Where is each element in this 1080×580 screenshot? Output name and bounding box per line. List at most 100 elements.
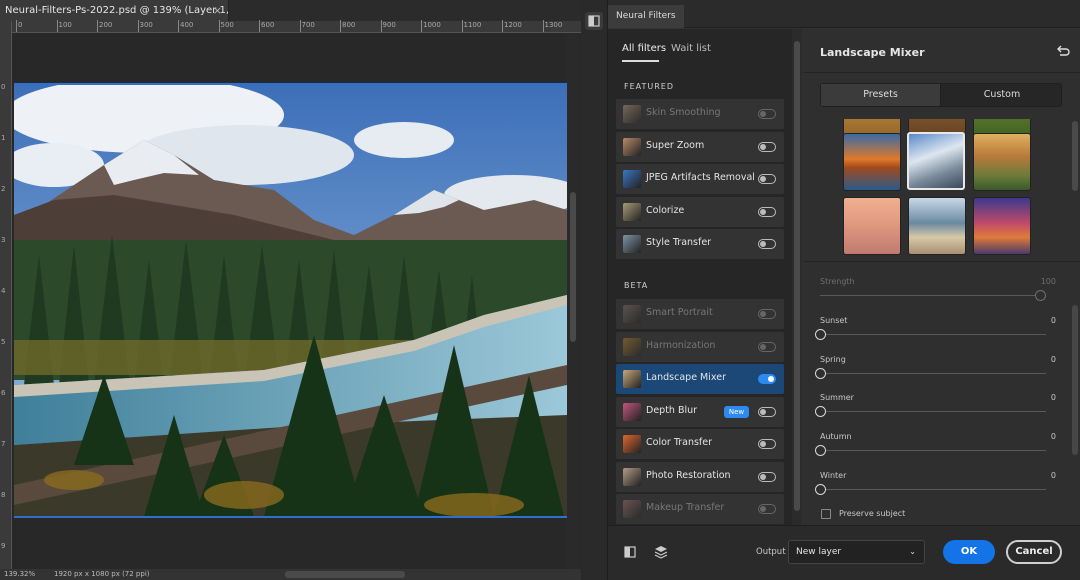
before-after-icon[interactable] bbox=[623, 545, 637, 559]
slider-track[interactable] bbox=[820, 450, 1046, 452]
filter-item-skin-smoothing[interactable]: Skin Smoothing bbox=[616, 99, 784, 129]
panel-tab-bar: Neural Filters bbox=[608, 0, 1080, 28]
preset-thumbnail[interactable] bbox=[973, 197, 1031, 255]
filter-toggle[interactable] bbox=[758, 504, 776, 514]
preserve-subject-checkbox[interactable] bbox=[821, 509, 831, 519]
slider-sunset: Sunset 0 bbox=[815, 315, 1056, 346]
close-icon[interactable]: × bbox=[213, 0, 222, 21]
panel-toggle-button[interactable] bbox=[585, 12, 603, 30]
document-tab[interactable]: Neural-Filters-Ps-2022.psd @ 139% (Layer… bbox=[0, 0, 229, 21]
filter-label: Smart Portrait bbox=[646, 307, 713, 318]
ruler-label: 3 bbox=[1, 236, 6, 244]
filter-thumbnail bbox=[623, 235, 641, 253]
filter-item-jpeg-artifacts-removal[interactable]: JPEG Artifacts Removal bbox=[616, 164, 784, 194]
filter-item-makeup-transfer[interactable]: Makeup Transfer bbox=[616, 494, 784, 524]
presets-button[interactable]: Presets bbox=[821, 84, 941, 106]
slider-knob[interactable] bbox=[815, 445, 826, 457]
filter-item-super-zoom[interactable]: Super Zoom bbox=[616, 131, 784, 162]
panel-icon bbox=[588, 15, 600, 27]
filter-toggle[interactable] bbox=[758, 439, 776, 449]
filter-toggle[interactable] bbox=[758, 374, 776, 384]
filter-item-color-transfer[interactable]: Color Transfer bbox=[616, 429, 784, 459]
settings-scrollbar-thumb[interactable] bbox=[1072, 305, 1078, 455]
preset-thumbnail[interactable] bbox=[908, 197, 966, 255]
slider-knob[interactable] bbox=[815, 406, 826, 418]
slider-track[interactable] bbox=[820, 411, 1046, 413]
tab-neural-filters[interactable]: Neural Filters bbox=[608, 5, 684, 28]
cancel-button[interactable]: Cancel bbox=[1006, 540, 1062, 564]
filter-item-colorize[interactable]: Colorize bbox=[616, 196, 784, 227]
filter-label: Skin Smoothing bbox=[646, 107, 721, 118]
filter-list-scrollbar[interactable] bbox=[792, 29, 802, 525]
zoom-level[interactable]: 139.32% bbox=[4, 569, 35, 580]
ruler-label: 500 bbox=[220, 21, 234, 29]
filter-list: All filters Wait list FEATURED Skin Smoo… bbox=[608, 29, 792, 525]
filter-toggle[interactable] bbox=[758, 341, 776, 352]
preset-thumbnail-selected[interactable] bbox=[907, 132, 965, 190]
filter-item-depth-blur[interactable]: Depth Blur New bbox=[616, 396, 784, 427]
preset-thumbnail[interactable] bbox=[843, 133, 901, 191]
filter-item-style-transfer[interactable]: Style Transfer bbox=[616, 229, 784, 259]
vertical-scrollbar[interactable] bbox=[567, 34, 579, 569]
canvas-image[interactable] bbox=[14, 83, 567, 518]
filter-label: JPEG Artifacts Removal bbox=[646, 172, 755, 183]
ok-button[interactable]: OK bbox=[943, 540, 995, 564]
ruler-tick bbox=[178, 20, 179, 32]
horizontal-scrollbar-thumb[interactable] bbox=[285, 571, 405, 578]
slider-knob[interactable] bbox=[815, 484, 826, 495]
tab-all-filters[interactable]: All filters bbox=[622, 43, 666, 54]
ruler-tick bbox=[542, 20, 544, 32]
ruler-label: 4 bbox=[1, 287, 6, 295]
filter-item-photo-restoration[interactable]: Photo Restoration bbox=[616, 461, 784, 492]
filter-toggle[interactable] bbox=[758, 406, 776, 417]
slider-track[interactable] bbox=[820, 333, 1046, 335]
filter-thumbnail bbox=[623, 170, 641, 188]
filter-thumbnail bbox=[623, 435, 641, 453]
filter-label: Super Zoom bbox=[646, 139, 705, 151]
slider-label: Autumn bbox=[820, 432, 852, 442]
document-tab-title: Neural-Filters-Ps-2022.psd @ 139% (Layer… bbox=[5, 5, 229, 16]
document-info[interactable]: 1920 px x 1080 px (72 ppi) bbox=[54, 569, 150, 580]
output-select[interactable]: New layer ⌄ bbox=[788, 540, 925, 564]
preset-scrollbar-thumb[interactable] bbox=[1072, 121, 1078, 191]
slider-knob[interactable] bbox=[815, 367, 826, 379]
filter-item-smart-portrait[interactable]: Smart Portrait bbox=[616, 299, 784, 329]
settings-scrollbar[interactable] bbox=[1070, 265, 1080, 521]
preset-thumbnail[interactable] bbox=[973, 133, 1031, 191]
ruler-tick bbox=[299, 20, 301, 32]
layer-preview-icon[interactable] bbox=[654, 545, 668, 559]
slider-knob[interactable] bbox=[1035, 290, 1046, 301]
preset-scrollbar[interactable] bbox=[1070, 119, 1080, 259]
filter-toggle[interactable] bbox=[758, 309, 776, 319]
filter-toggle[interactable] bbox=[758, 206, 776, 217]
filter-toggle[interactable] bbox=[758, 239, 776, 249]
slider-knob[interactable] bbox=[815, 328, 826, 340]
preset-thumbnail[interactable] bbox=[843, 197, 901, 255]
filter-title: Landscape Mixer bbox=[820, 46, 925, 59]
ruler-tick bbox=[56, 20, 58, 32]
slider-value: 100 bbox=[1040, 277, 1056, 286]
slider-label: Spring bbox=[820, 354, 846, 364]
filter-toggle[interactable] bbox=[758, 174, 776, 184]
slider-track[interactable] bbox=[820, 372, 1046, 374]
ruler-label: 5 bbox=[1, 338, 6, 346]
slider-track[interactable] bbox=[820, 295, 1046, 296]
slider-winter: Winter 0 bbox=[815, 471, 1056, 501]
custom-button[interactable]: Custom bbox=[942, 84, 1062, 106]
filter-toggle[interactable] bbox=[758, 109, 776, 119]
slider-value: 0 bbox=[1050, 315, 1056, 325]
panel-footer: Output New layer ⌄ OK Cancel bbox=[608, 525, 1080, 580]
vertical-scrollbar-thumb[interactable] bbox=[570, 192, 576, 342]
filter-toggle[interactable] bbox=[758, 471, 776, 482]
filter-toggle[interactable] bbox=[758, 141, 776, 152]
ruler-horizontal[interactable]: 0 100 200 300 400 500 600 700 800 900 1000 1100 1200… bbox=[12, 20, 603, 33]
settings-header: Landscape Mixer bbox=[803, 29, 1080, 73]
tab-wait-list[interactable]: Wait list bbox=[671, 43, 711, 54]
filter-list-scrollbar-thumb[interactable] bbox=[794, 41, 800, 511]
ruler-vertical[interactable]: 0 1 2 3 4 5 6 7 8 9 bbox=[0, 21, 12, 569]
reset-icon[interactable] bbox=[1056, 44, 1070, 58]
preserve-subject-label: Preserve subject bbox=[839, 509, 906, 518]
filter-item-landscape-mixer[interactable]: Landscape Mixer bbox=[616, 364, 784, 394]
filter-item-harmonization[interactable]: Harmonization bbox=[616, 331, 784, 362]
slider-track[interactable] bbox=[820, 489, 1046, 490]
